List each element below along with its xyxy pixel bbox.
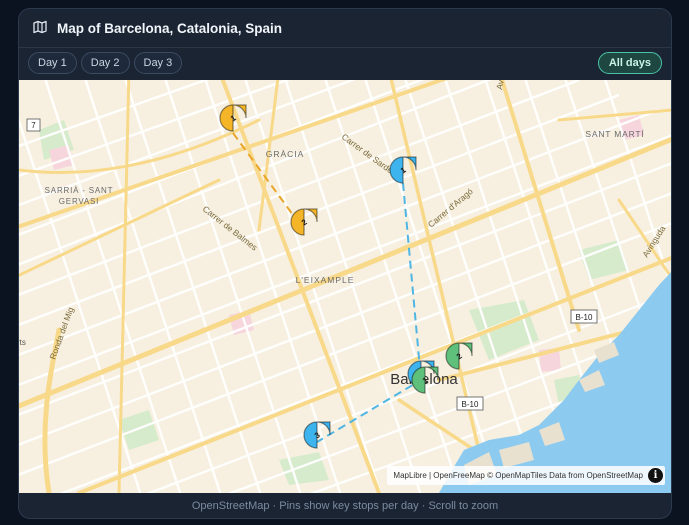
label-avinguda-2: Av bbox=[494, 80, 506, 90]
card-header: Map of Barcelona, Catalonia, Spain bbox=[19, 9, 671, 48]
info-icon[interactable]: i bbox=[648, 468, 663, 483]
day-tabs: Day 1 Day 2 Day 3 bbox=[28, 52, 183, 74]
page-title: Map of Barcelona, Catalonia, Spain bbox=[57, 20, 283, 36]
label-eixample: L'EIXAMPLE bbox=[296, 275, 355, 285]
tab-day-3[interactable]: Day 3 bbox=[133, 52, 183, 74]
map-attribution: MapLibre | OpenFreeMap © OpenMapTiles Da… bbox=[387, 466, 665, 485]
attribution-text: MapLibre | OpenFreeMap © OpenMapTiles Da… bbox=[393, 471, 643, 480]
label-sant-marti: SANT MARTÍ bbox=[585, 129, 644, 139]
label-sarria-1: SARRIÀ - SANT bbox=[45, 186, 114, 195]
road-shield-b10-b: B-10 bbox=[462, 400, 479, 409]
map-canvas[interactable]: 7 B-10 B-10 GRÀCIA L'EIXAMPLE SARRIÀ - S… bbox=[19, 80, 672, 493]
road-shield-7: 7 bbox=[31, 121, 36, 130]
label-gracia: GRÀCIA bbox=[266, 149, 305, 159]
map-footer: OpenStreetMap · Pins show key stops per … bbox=[191, 500, 499, 512]
label-sarria-2: GERVASI bbox=[59, 197, 99, 206]
all-days-button[interactable]: All days bbox=[597, 52, 662, 74]
road-shield-b10-a: B-10 bbox=[576, 313, 593, 322]
map-view[interactable]: 7 B-10 B-10 GRÀCIA L'EIXAMPLE SARRIÀ - S… bbox=[19, 80, 672, 493]
tab-day-2[interactable]: Day 2 bbox=[80, 52, 130, 74]
tab-day-1[interactable]: Day 1 bbox=[28, 52, 77, 74]
map-icon bbox=[33, 20, 49, 36]
map-card: Map of Barcelona, Catalonia, Spain Day 1… bbox=[18, 8, 672, 519]
label-rts: rts bbox=[19, 338, 26, 347]
